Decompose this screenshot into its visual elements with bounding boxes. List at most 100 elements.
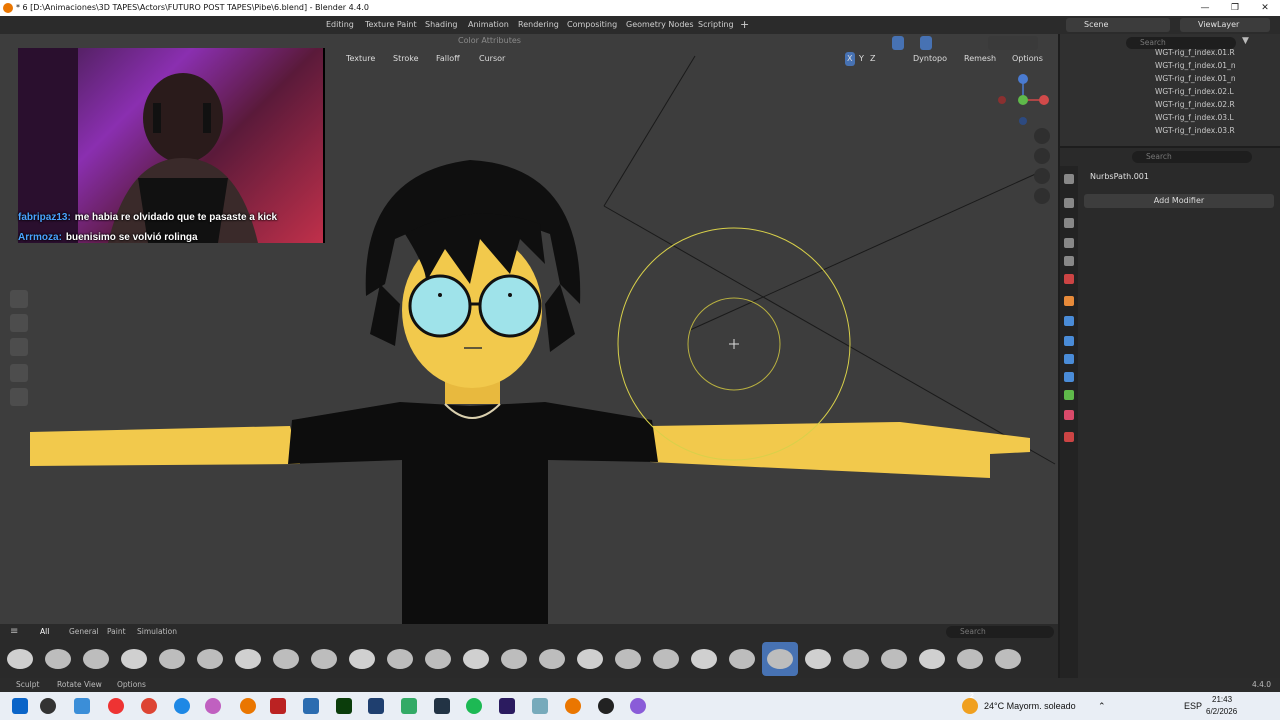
menu-icon[interactable]: ≡ xyxy=(10,624,18,640)
minimize-icon[interactable]: — xyxy=(1190,0,1220,16)
tab-paint[interactable]: Paint xyxy=(107,624,126,640)
app-icon[interactable] xyxy=(205,698,221,714)
brush-thumbnail[interactable] xyxy=(425,649,451,669)
zoom-icon[interactable] xyxy=(1034,128,1050,144)
tab-texture-paint[interactable]: Texture Paint xyxy=(365,16,417,34)
gizmo-x-icon[interactable] xyxy=(1039,95,1049,105)
line-project-icon[interactable] xyxy=(10,388,28,406)
constraints-tab-icon[interactable] xyxy=(1064,372,1074,382)
scene-tab-icon[interactable] xyxy=(1064,256,1074,266)
object-tab-icon[interactable] xyxy=(1064,296,1074,306)
filter-icon[interactable]: ▼ xyxy=(1242,36,1249,46)
outliner-row[interactable]: WGT-rig_f_index.03.R xyxy=(1155,124,1235,137)
clock-date[interactable]: 6/2/2026 xyxy=(1206,707,1237,716)
brush-thumbnail[interactable] xyxy=(273,649,299,669)
spotify-icon[interactable] xyxy=(466,698,482,714)
brush-thumbnail[interactable] xyxy=(767,649,793,669)
brush-thumbnail[interactable] xyxy=(159,649,185,669)
tab-all[interactable]: All xyxy=(40,624,49,640)
brush-thumbnail[interactable] xyxy=(843,649,869,669)
brush-thumbnail[interactable] xyxy=(463,649,489,669)
gizmo-neg-z-icon[interactable] xyxy=(1019,117,1027,125)
tab-geometry-nodes[interactable]: Geometry Nodes xyxy=(626,16,693,34)
tab-simulation[interactable]: Simulation xyxy=(137,624,177,640)
weather-icon[interactable] xyxy=(962,698,978,714)
data-tab-icon[interactable] xyxy=(1064,390,1074,400)
outliner-row[interactable]: WGT-rig_f_index.01.R xyxy=(1155,46,1235,59)
brush-search-input[interactable]: Search xyxy=(946,626,1054,638)
brush-thumbnail[interactable] xyxy=(577,649,603,669)
discord-icon[interactable] xyxy=(630,698,646,714)
language-indicator[interactable]: ESP xyxy=(1184,701,1202,711)
video-app-icon[interactable] xyxy=(270,698,286,714)
camera-view-icon[interactable] xyxy=(1034,168,1050,184)
particles-tab-icon[interactable] xyxy=(1064,336,1074,346)
output-tab-icon[interactable] xyxy=(1064,218,1074,228)
file-explorer-icon[interactable] xyxy=(74,698,90,714)
tab-scripting[interactable]: Scripting xyxy=(698,16,734,34)
tab-general[interactable]: General xyxy=(69,624,99,640)
outliner-row[interactable]: WGT-rig_f_index.01_n xyxy=(1155,72,1236,85)
gizmo-z-icon[interactable] xyxy=(1018,74,1028,84)
brush-thumbnail[interactable] xyxy=(197,649,223,669)
tab-rendering[interactable]: Rendering xyxy=(518,16,559,34)
brush-thumbnail[interactable] xyxy=(121,649,147,669)
outliner-row[interactable]: WGT-rig_f_index.01_n xyxy=(1155,59,1236,72)
draw-tool-icon[interactable] xyxy=(10,290,28,308)
chrome-icon[interactable] xyxy=(108,698,124,714)
brush-thumbnail[interactable] xyxy=(957,649,983,669)
tab-editing[interactable]: Editing xyxy=(326,16,354,34)
weather-text[interactable]: 24°C Mayorm. soleado xyxy=(984,701,1076,711)
brush-thumbnail[interactable] xyxy=(387,649,413,669)
brush-thumbnail[interactable] xyxy=(235,649,261,669)
obs-icon[interactable] xyxy=(598,698,614,714)
add-workspace-icon[interactable]: + xyxy=(740,16,749,34)
rotate-tool-icon[interactable] xyxy=(10,438,28,456)
search-icon[interactable] xyxy=(40,698,56,714)
brush-thumbnail[interactable] xyxy=(539,649,565,669)
texture-tab-icon[interactable] xyxy=(1064,432,1074,442)
brush-thumbnail[interactable] xyxy=(653,649,679,669)
restore-icon[interactable]: ❐ xyxy=(1220,0,1250,16)
pycharm-icon[interactable] xyxy=(336,698,352,714)
modifier-tab-icon[interactable] xyxy=(1064,316,1074,326)
properties-search-input[interactable]: Search xyxy=(1132,151,1252,163)
add-modifier-button[interactable]: Add Modifier xyxy=(1084,194,1274,208)
opera-icon[interactable] xyxy=(141,698,157,714)
brush-thumbnail[interactable] xyxy=(615,649,641,669)
brush-thumbnail[interactable] xyxy=(881,649,907,669)
tab-animation[interactable]: Animation xyxy=(468,16,509,34)
scale-tool-icon[interactable] xyxy=(10,462,28,480)
vscode-icon[interactable] xyxy=(368,698,384,714)
davinci-icon[interactable] xyxy=(434,698,450,714)
viewport-3d[interactable]: Color Attributes Texture Stroke Falloff … xyxy=(0,34,1058,678)
gizmo-y-icon[interactable] xyxy=(1018,95,1028,105)
brush-thumbnail[interactable] xyxy=(805,649,831,669)
brush-thumbnail[interactable] xyxy=(691,649,717,669)
app-icon-3[interactable] xyxy=(532,698,548,714)
face-set-tool-icon[interactable] xyxy=(10,338,28,356)
physics-tab-icon[interactable] xyxy=(1064,354,1074,364)
trim-tool-icon[interactable] xyxy=(10,364,28,382)
brush-thumbnail[interactable] xyxy=(919,649,945,669)
clock-time[interactable]: 21:43 xyxy=(1212,695,1232,704)
brush-thumbnail[interactable] xyxy=(501,649,527,669)
move-tool-icon[interactable] xyxy=(10,414,28,432)
brush-thumbnail[interactable] xyxy=(729,649,755,669)
after-effects-icon[interactable] xyxy=(499,698,515,714)
windows-start-icon[interactable] xyxy=(12,698,28,714)
mask-tool-icon[interactable] xyxy=(10,314,28,332)
brush-thumbnail[interactable] xyxy=(45,649,71,669)
brush-thumbnail[interactable] xyxy=(83,649,109,669)
photos-icon[interactable] xyxy=(303,698,319,714)
view-layer-selector[interactable]: ViewLayer xyxy=(1180,18,1270,32)
brush-thumbnail[interactable] xyxy=(995,649,1021,669)
close-icon[interactable]: ✕ xyxy=(1250,0,1280,16)
brush-thumbnail[interactable] xyxy=(7,649,33,669)
render-tab-icon[interactable] xyxy=(1064,198,1074,208)
scene-selector[interactable]: Scene xyxy=(1066,18,1170,32)
annotate-tool-icon[interactable] xyxy=(10,512,28,530)
outliner-row[interactable]: WGT-rig_f_index.03.L xyxy=(1155,111,1234,124)
material-tab-icon[interactable] xyxy=(1064,410,1074,420)
brush-thumbnail[interactable] xyxy=(311,649,337,669)
